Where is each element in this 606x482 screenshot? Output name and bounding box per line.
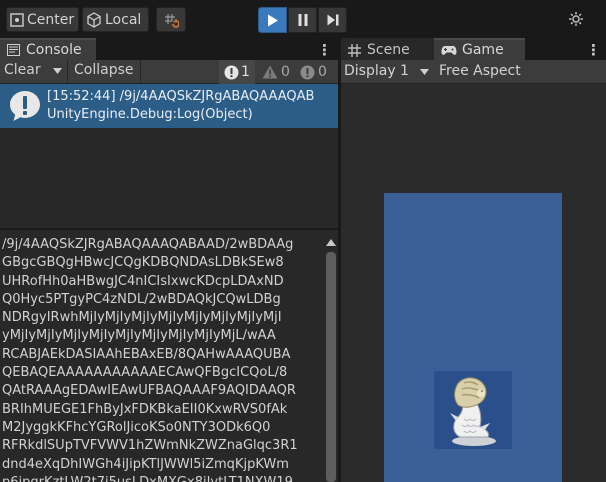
- game-more-icon[interactable]: ⋮: [586, 41, 601, 59]
- step-button[interactable]: [318, 7, 347, 33]
- detail-scrollbar[interactable]: [324, 236, 338, 482]
- detail-line: QAtRAAAgEDAwIEAwUFBAQAAAF9AQIDAAQR: [2, 383, 296, 399]
- pivot-center-button[interactable]: Center: [6, 7, 79, 32]
- detail-line: /9j/4AAQSkZJRgABAQAAAQABAAD/2wBDAAg: [2, 237, 294, 252]
- step-icon: [327, 14, 339, 26]
- detail-line: GBgcGBQgHBwcJCQgKDBQNDAsLDBkSEw8: [2, 255, 284, 271]
- console-icon: [7, 44, 20, 56]
- settings-button[interactable]: [562, 6, 590, 32]
- info-count: 0: [318, 64, 327, 80]
- scroll-up-icon[interactable]: [326, 239, 336, 246]
- collapse-toggle[interactable]: Collapse: [74, 62, 134, 78]
- settings-icon: [568, 11, 584, 27]
- game-tabbar: Scene Game ⋮: [341, 38, 606, 60]
- console-split-handle[interactable]: [0, 228, 338, 230]
- console-tabbar: Console ⋮: [0, 38, 338, 60]
- grid-snap-icon: [163, 12, 179, 28]
- display-dropdown-icon[interactable]: [420, 69, 429, 75]
- tab-scene[interactable]: Scene: [341, 38, 434, 60]
- clear-button[interactable]: Clear: [4, 62, 41, 78]
- tab-scene-label: Scene: [367, 42, 410, 58]
- detail-line: p6ipqrKztLW2t7i5usLDxMXGx8jJytLT1NXW19: [2, 474, 324, 482]
- detail-line: RCABJAEkDASIAAhEBAxEB/8QAHwAAAQUBA: [2, 346, 291, 362]
- log-detail-text: /9j/4AAQSkZJRgABAQAAAQABAAD/2wBDAAg GBgc…: [2, 236, 324, 482]
- info-filter-toggle[interactable]: 0: [296, 60, 336, 84]
- detail-line: NDRgyIRwhMjIyMjIyMjIyMjIyMjIyMjIyMjIyMjI: [2, 310, 282, 326]
- clear-dropdown-icon[interactable]: [53, 68, 62, 74]
- detail-line: dnd4eXqDhIWGh4iJipKTlJWWl5iZmqKjpKWm: [2, 456, 289, 472]
- toolbar-divider: [67, 60, 68, 84]
- detail-line: Q0Hyc5PTgyPC4zNDL/2wBDAQkJCQwLDBg: [2, 291, 281, 307]
- info-icon: [300, 65, 315, 80]
- error-filter-toggle[interactable]: 1: [219, 60, 255, 84]
- scrollbar-thumb[interactable]: [326, 252, 336, 482]
- tab-game-label: Game: [462, 42, 504, 58]
- warning-icon: [262, 65, 278, 79]
- merlion-image: [434, 371, 512, 449]
- warning-filter-toggle[interactable]: 0: [258, 60, 294, 84]
- grid-snap-button[interactable]: [156, 7, 186, 32]
- game-toolbar: Display 1 Free Aspect: [341, 60, 606, 84]
- pivot-center-icon: [10, 12, 24, 27]
- error-bubble-icon: [9, 90, 41, 122]
- log-entry-selected[interactable]: [15:52:44] /9j/4AAQSkZJRgABAQAAAQAB Unit…: [0, 84, 338, 128]
- detail-line: UHRofHh0aHBwgJC4nICIsIxwcKDcpLDAxND: [2, 273, 284, 289]
- merlion-statue-icon: [434, 371, 512, 449]
- play-button[interactable]: [258, 7, 287, 33]
- game-panel: Scene Game ⋮ Display 1 Free Aspect: [341, 38, 606, 482]
- display-select[interactable]: Display 1: [344, 63, 409, 79]
- local-space-label: Local: [105, 11, 142, 28]
- detail-line: BRIhMUEGE1FhByJxFDKBkaEII0KxwRVS0fAk: [2, 401, 288, 417]
- play-icon: [267, 14, 279, 27]
- log-entry-text: [15:52:44] /9j/4AAQSkZJRgABAQAAAQAB Unit…: [47, 88, 338, 124]
- detail-line: yMjIyMjIyMjIyMjIyMjIyMjIyMjIyMjIyMjL/wAA: [2, 328, 276, 344]
- pivot-center-label: Center: [27, 11, 75, 28]
- tab-console-label: Console: [26, 42, 82, 58]
- console-toolbar: Clear Collapse 1 0 0: [0, 60, 338, 84]
- pause-icon: [298, 14, 308, 26]
- pause-button[interactable]: [288, 7, 317, 33]
- warning-count: 0: [281, 64, 290, 80]
- gamepad-icon: [441, 45, 457, 56]
- tab-game[interactable]: Game: [434, 38, 525, 60]
- log-entry-stacktrace: UnityEngine.Debug:Log(Object): [47, 107, 253, 122]
- detail-line: QEBAQEAAAAAAAAAAAECAwQFBgcICQoL/8: [2, 365, 288, 381]
- grid-icon: [348, 43, 361, 57]
- log-entry-message: [15:52:44] /9j/4AAQSkZJRgABAQAAAQAB: [47, 89, 315, 104]
- local-space-button[interactable]: Local: [82, 7, 149, 32]
- detail-line: M2JyggkKFhcYGRolJicoKSo0NTY3ODk6Q0: [2, 419, 271, 435]
- detail-line: RFRkdlSUpTVFVWV1hZWmNkZWZnaGlqc3R1: [2, 438, 298, 454]
- error-icon: [224, 65, 239, 80]
- tab-console[interactable]: Console: [0, 38, 96, 60]
- main-toolbar: Center Local: [0, 0, 606, 38]
- console-more-icon[interactable]: ⋮: [317, 41, 332, 59]
- error-count: 1: [241, 64, 250, 80]
- local-space-icon: [86, 11, 102, 28]
- aspect-select[interactable]: Free Aspect: [439, 63, 521, 79]
- playback-controls: [258, 7, 348, 33]
- toolbar-divider: [140, 60, 141, 84]
